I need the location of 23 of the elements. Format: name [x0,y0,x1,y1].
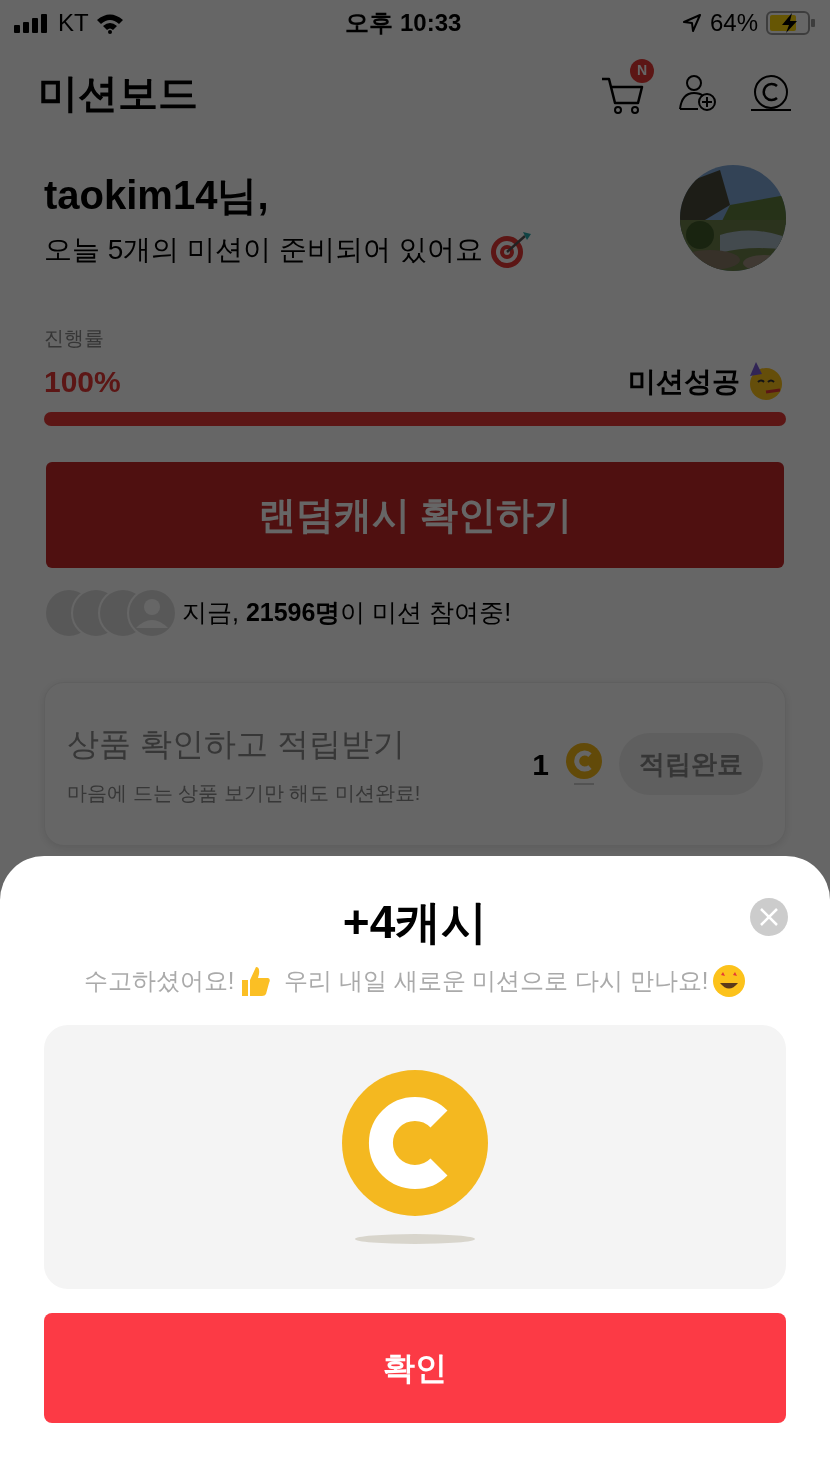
reward-title: +4캐시 [342,895,488,950]
reward-message: 우리 내일 새로운 미션으로 다시 만나요! [284,966,709,996]
new-badge: N [630,58,654,83]
carrier-name: KT [58,7,89,38]
reward-amount: 1 [532,746,549,783]
battery-percent: 64% [709,7,758,38]
confirm-button[interactable]: 확인 [44,1313,786,1423]
battery-charging-icon [766,10,816,35]
progress-percent: 100% [44,364,121,400]
participants-text: 지금, 21596명이 미션 참여중! [182,597,512,629]
greeting-message: 오늘 5개의 미션이 준비되어 있어요 [44,233,483,267]
add-friend-icon[interactable] [678,72,718,113]
status-time: 오후 10:33 [345,7,462,38]
location-arrow-icon [681,12,702,33]
page-title: 미션보드 [38,69,198,117]
greeting-name: taokim14님, [44,172,270,219]
star-struck-face-icon [712,964,747,998]
random-cash-button[interactable]: 랜덤캐시 확인하기 [46,462,784,568]
reward-message: 수고하셨어요! [83,966,235,996]
coin-icon [565,742,603,786]
target-icon [488,230,533,270]
coin-icon[interactable] [750,74,792,111]
mission-status: 미션성공 [628,364,740,399]
